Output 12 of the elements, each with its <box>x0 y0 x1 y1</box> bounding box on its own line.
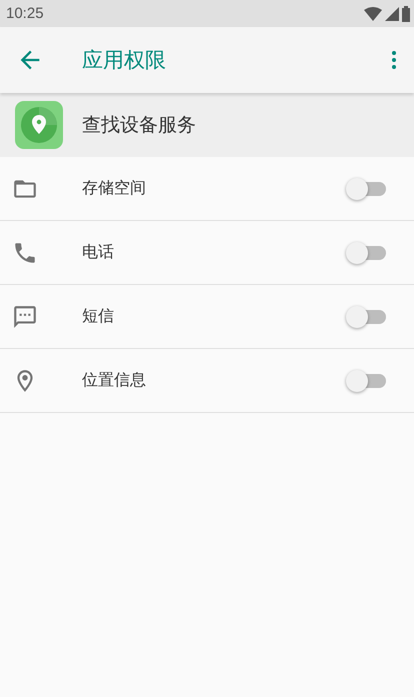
app-name: 查找设备服务 <box>82 113 196 138</box>
wifi-icon <box>364 6 382 20</box>
battery-icon <box>402 6 410 22</box>
permission-label: 电话 <box>82 242 115 263</box>
status-time: 10:25 <box>6 5 44 22</box>
message-icon <box>12 304 38 330</box>
permission-label: 位置信息 <box>82 370 147 391</box>
permission-label: 存储空间 <box>82 178 147 199</box>
permission-label: 短信 <box>82 306 115 327</box>
app-icon <box>15 101 63 149</box>
signal-icon <box>385 6 399 20</box>
page-title: 应用权限 <box>82 47 167 74</box>
